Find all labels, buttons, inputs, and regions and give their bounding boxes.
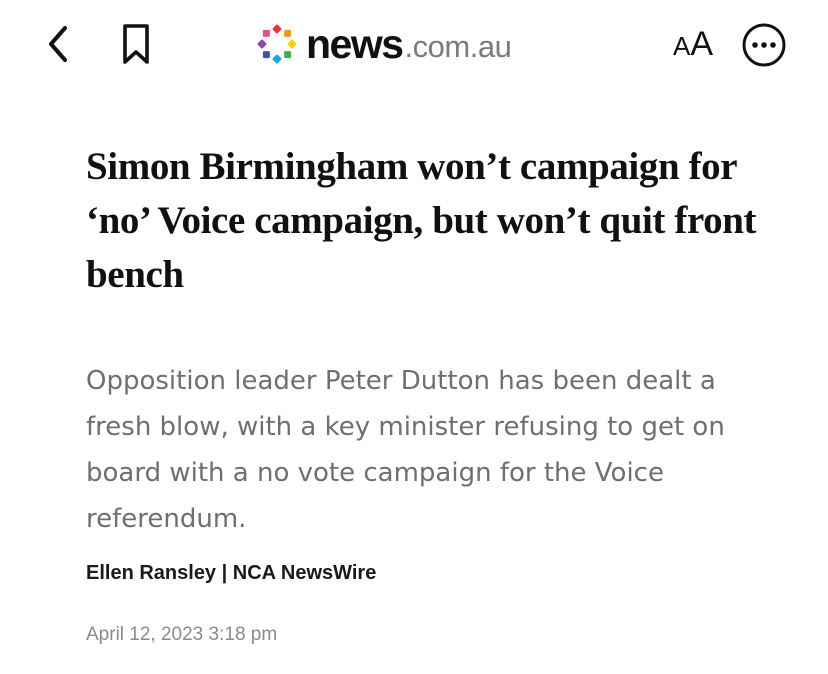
logo-brand-text: news [306, 20, 404, 67]
article-standfirst: Opposition leader Peter Dutton has been … [86, 366, 725, 534]
back-button[interactable] [38, 22, 78, 66]
logo-dot [284, 29, 292, 37]
text-size-icon: AA [672, 24, 714, 63]
logo-dot [262, 51, 270, 59]
logo-dot [257, 39, 267, 49]
logo-dot [284, 51, 292, 59]
logo-dot [262, 29, 270, 37]
article-byline[interactable]: Ellen Ransley | NCA NewsWire [86, 562, 376, 585]
logo-dot [287, 39, 297, 49]
logo-dot [272, 54, 282, 64]
logo-dot [272, 24, 282, 34]
bookmark-icon [123, 24, 149, 64]
logo-dots-icon [257, 24, 297, 64]
news-logo[interactable]: news .com.au [256, 20, 512, 68]
text-size-button[interactable]: AA [664, 22, 722, 66]
chevron-left-icon [49, 26, 67, 62]
top-toolbar: news .com.au AA [0, 0, 828, 92]
more-options-button[interactable] [738, 20, 790, 70]
article-date: April 12, 2023 3:18 pm [86, 624, 278, 645]
more-horizontal-circle-icon [742, 23, 786, 67]
logo-domain-text: .com.au [404, 29, 512, 64]
article-headline: Simon Birmingham won’t campaign for ‘no’… [86, 145, 757, 296]
bookmark-button[interactable] [116, 20, 156, 68]
